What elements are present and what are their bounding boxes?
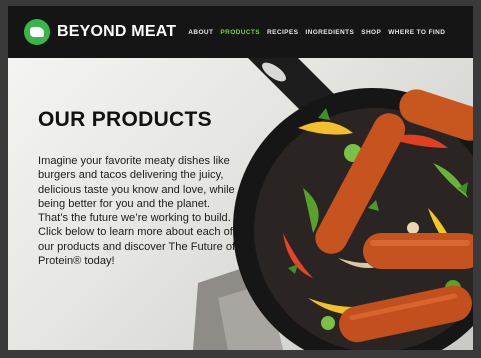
top-navigation: BEYOND MEAT ABOUT PRODUCTS RECIPES INGRE…: [8, 6, 473, 58]
nav-menu: ABOUT PRODUCTS RECIPES INGREDIENTS SHOP …: [188, 29, 445, 36]
brand-name: BEYOND MEAT: [57, 23, 177, 40]
steer-logo-icon: [24, 19, 50, 45]
nav-item-where-to-find[interactable]: WHERE TO FIND: [388, 29, 445, 36]
nav-item-ingredients[interactable]: INGREDIENTS: [305, 29, 354, 36]
browser-viewport: BEYOND MEAT ABOUT PRODUCTS RECIPES INGRE…: [8, 6, 473, 350]
hero-content: OUR PRODUCTS Imagine your favorite meaty…: [38, 108, 238, 279]
intro-text: Imagine your favorite meaty dishes like …: [38, 155, 236, 268]
brand-logo[interactable]: BEYOND MEAT: [24, 19, 176, 45]
nav-item-about[interactable]: ABOUT: [188, 29, 213, 36]
nav-item-products[interactable]: PRODUCTS: [220, 29, 260, 36]
sausage: [363, 233, 473, 269]
nav-item-shop[interactable]: SHOP: [361, 29, 381, 36]
page-title: OUR PRODUCTS: [38, 108, 212, 131]
hero-section: OUR PRODUCTS Imagine your favorite meaty…: [8, 58, 473, 350]
nav-item-recipes[interactable]: RECIPES: [267, 29, 298, 36]
